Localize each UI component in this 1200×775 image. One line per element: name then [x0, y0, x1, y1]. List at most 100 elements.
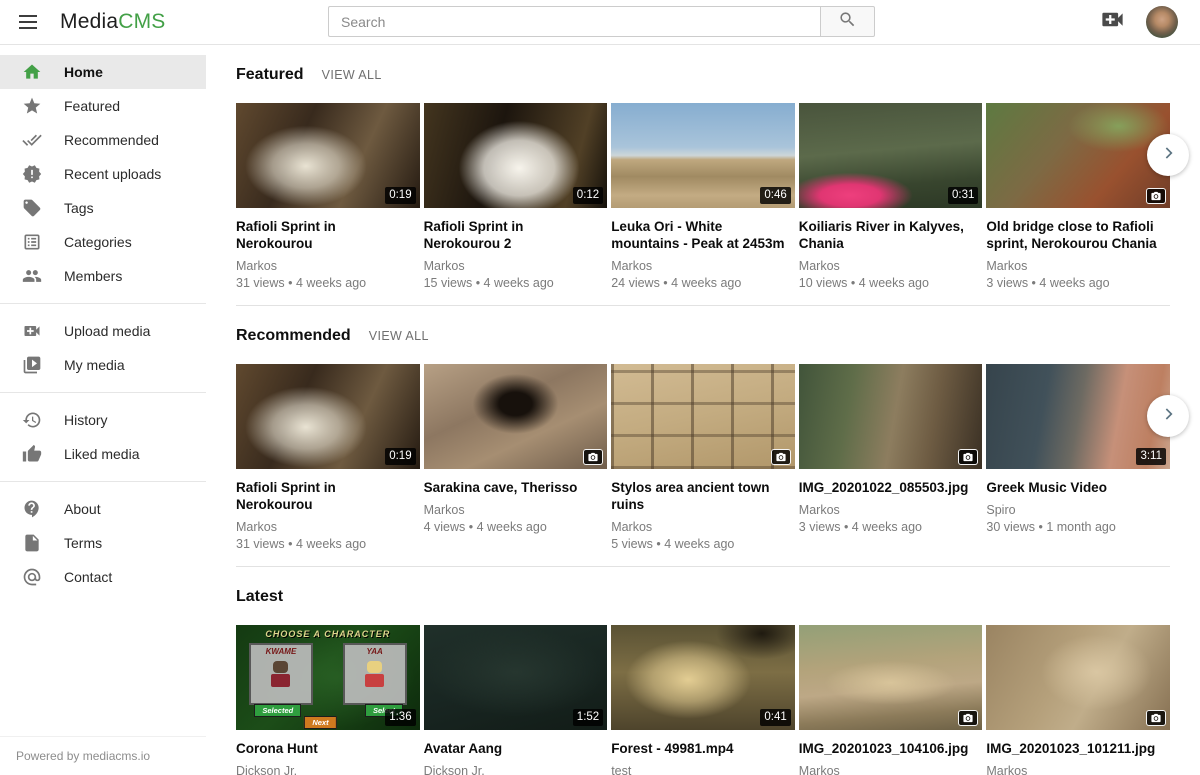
media-title[interactable]: Stylos area ancient town ruins: [611, 479, 785, 513]
media-title[interactable]: IMG_20201023_104106.jpg: [799, 740, 973, 757]
media-card[interactable]: CHOOSE A CHARACTERKWAMESelectedYAASelect…: [236, 625, 420, 775]
media-card[interactable]: Sarakina cave, TherissoMarkos4 views • 4…: [424, 364, 608, 554]
media-author[interactable]: Markos: [424, 503, 598, 517]
media-card[interactable]: 0:46 Leuka Ori - White mountains - Peak a…: [611, 103, 795, 293]
media-thumbnail[interactable]: 0:19: [236, 103, 420, 208]
media-thumbnail[interactable]: 3:11: [986, 364, 1170, 469]
sidebar-item-upload-media[interactable]: Upload media: [0, 314, 206, 348]
media-author[interactable]: test: [611, 764, 785, 775]
sidebar-item-featured[interactable]: Featured: [0, 89, 206, 123]
user-avatar[interactable]: [1146, 6, 1178, 38]
media-author[interactable]: Markos: [236, 259, 410, 273]
media-title[interactable]: Sarakina cave, Therisso: [424, 479, 598, 496]
media-author[interactable]: Markos: [986, 764, 1160, 775]
sidebar-item-recommended[interactable]: Recommended: [0, 123, 206, 157]
media-card[interactable]: 0:31 Koiliaris River in Kalyves, Chania Ma…: [799, 103, 983, 293]
media-card[interactable]: Old bridge close to Rafioli sprint, Nero…: [986, 103, 1170, 293]
character-name: YAA: [345, 647, 405, 656]
media-thumbnail[interactable]: 0:41: [611, 625, 795, 730]
media-author[interactable]: Markos: [611, 259, 785, 273]
chevron-right-icon: [1158, 143, 1178, 168]
media-author[interactable]: Markos: [799, 259, 973, 273]
media-thumbnail[interactable]: [424, 364, 608, 469]
media-title[interactable]: Old bridge close to Rafioli sprint, Nero…: [986, 218, 1160, 252]
media-card[interactable]: IMG_20201022_085503.jpgMarkos3 views • 4…: [799, 364, 983, 554]
header-actions: [1099, 6, 1200, 38]
media-card[interactable]: 0:19Rafioli Sprint in NerokourouMarkos31…: [236, 103, 420, 293]
chevron-right-icon: [1158, 404, 1178, 429]
media-title[interactable]: Rafioli Sprint in Nerokourou: [236, 218, 410, 252]
media-thumbnail[interactable]: 0:19: [236, 364, 420, 469]
sidebar-item-liked-media[interactable]: Liked media: [0, 437, 206, 471]
camera-icon: [775, 454, 787, 466]
sidebar-item-categories[interactable]: Categories: [0, 225, 206, 259]
people-icon: [22, 266, 42, 286]
media-card[interactable]: 0:19Rafioli Sprint in NerokourouMarkos31…: [236, 364, 420, 554]
sidebar-item-history[interactable]: History: [0, 403, 206, 437]
media-author[interactable]: Markos: [799, 503, 973, 517]
media-author[interactable]: Dickson Jr.: [236, 764, 410, 775]
media-thumbnail[interactable]: [986, 625, 1170, 730]
menu-button[interactable]: [8, 2, 48, 42]
media-thumbnail[interactable]: 0:12: [424, 103, 608, 208]
media-thumbnail[interactable]: 1:52: [424, 625, 608, 730]
search-input[interactable]: [328, 6, 820, 37]
media-card[interactable]: IMG_20201023_104106.jpgMarkos4 views • 4…: [799, 625, 983, 775]
media-title[interactable]: Leuka Ori - White mountains - Peak at 24…: [611, 218, 785, 252]
media-author[interactable]: Markos: [799, 764, 973, 775]
media-thumbnail[interactable]: CHOOSE A CHARACTERKWAMESelectedYAASelect…: [236, 625, 420, 730]
media-title[interactable]: Avatar Aang: [424, 740, 598, 757]
media-title[interactable]: Rafioli Sprint in Nerokourou 2: [424, 218, 598, 252]
sidebar-item-members[interactable]: Members: [0, 259, 206, 293]
image-type-badge: [1146, 188, 1166, 204]
media-author[interactable]: Spiro: [986, 503, 1160, 517]
media-title[interactable]: Corona Hunt: [236, 740, 410, 757]
media-title[interactable]: Koiliaris River in Kalyves, Chania: [799, 218, 973, 252]
image-type-badge: [771, 449, 791, 465]
media-title[interactable]: IMG_20201022_085503.jpg: [799, 479, 973, 496]
media-card-info: Rafioli Sprint in NerokourouMarkos31 vie…: [236, 208, 420, 293]
media-card[interactable]: 3:11 Greek Music Video Spiro 30 views • 1 m…: [986, 364, 1170, 554]
media-card[interactable]: 0:41Forest - 49981.mp4test17 views • 3 w…: [611, 625, 795, 775]
media-meta: 15 views • 4 weeks ago: [424, 276, 598, 290]
media-title[interactable]: Forest - 49981.mp4: [611, 740, 785, 757]
media-card[interactable]: 1:52Avatar AangDickson Jr.12 views • 1 w…: [424, 625, 608, 775]
sidebar-item-about[interactable]: About: [0, 492, 206, 526]
media-meta: 30 views • 1 month ago: [986, 520, 1160, 534]
cards-row: CHOOSE A CHARACTERKWAMESelectedYAASelect…: [236, 625, 1170, 775]
sidebar-item-terms[interactable]: Terms: [0, 526, 206, 560]
next-arrow-button[interactable]: [1147, 134, 1189, 176]
media-thumbnail[interactable]: [986, 103, 1170, 208]
sidebar-item-label: Members: [64, 268, 122, 284]
media-thumbnail[interactable]: 0:46: [611, 103, 795, 208]
media-author[interactable]: Dickson Jr.: [424, 764, 598, 775]
media-card-info: Old bridge close to Rafioli sprint, Nero…: [986, 208, 1170, 293]
view-all-link-recommended[interactable]: VIEW ALL: [369, 329, 429, 343]
media-author[interactable]: Markos: [986, 259, 1160, 273]
view-all-link-featured[interactable]: VIEW ALL: [322, 68, 382, 82]
sidebar-item-tags[interactable]: Tags: [0, 191, 206, 225]
media-card[interactable]: 0:12 Rafioli Sprint in Nerokourou 2 Markos…: [424, 103, 608, 293]
sidebar-item-recent-uploads[interactable]: Recent uploads: [0, 157, 206, 191]
media-title[interactable]: Rafioli Sprint in Nerokourou: [236, 479, 410, 513]
media-thumbnail[interactable]: [799, 364, 983, 469]
media-author[interactable]: Markos: [424, 259, 598, 273]
media-title[interactable]: IMG_20201023_101211.jpg: [986, 740, 1160, 757]
sidebar: HomeFeaturedRecommendedRecent uploadsTag…: [0, 45, 206, 775]
search-button[interactable]: [820, 6, 875, 37]
sidebar-item-home[interactable]: Home: [0, 55, 206, 89]
next-arrow-button[interactable]: [1147, 395, 1189, 437]
media-title[interactable]: Greek Music Video: [986, 479, 1160, 496]
app-logo[interactable]: MediaCMS: [60, 10, 165, 34]
media-card[interactable]: IMG_20201023_101211.jpgMarkos4 views • 4…: [986, 625, 1170, 775]
sidebar-item-contact[interactable]: Contact: [0, 560, 206, 594]
sidebar-item-my-media[interactable]: My media: [0, 348, 206, 382]
media-card[interactable]: Stylos area ancient town ruinsMarkos5 vi…: [611, 364, 795, 554]
media-thumbnail[interactable]: 0:31: [799, 103, 983, 208]
media-author[interactable]: Markos: [236, 520, 410, 534]
media-author[interactable]: Markos: [611, 520, 785, 534]
media-thumbnail[interactable]: [799, 625, 983, 730]
media-thumbnail[interactable]: [611, 364, 795, 469]
upload-media-button[interactable]: [1099, 6, 1126, 38]
character-sprite: [367, 661, 382, 673]
